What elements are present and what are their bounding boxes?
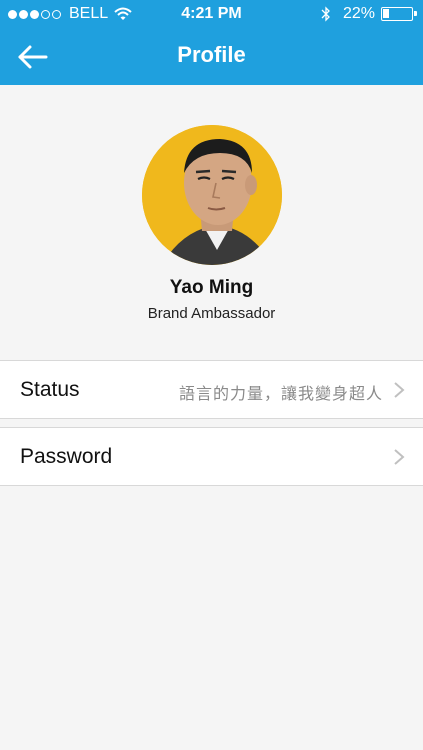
page-title: Profile [177,42,246,67]
battery-percent: 22% [342,5,375,22]
profile-role: Brand Ambassador [147,305,276,322]
status-value: 語言的力量，讓我變身超人 [178,384,383,403]
avatar [142,125,282,265]
battery-icon [381,7,417,21]
status-label: Status [20,378,80,401]
password-label: Password [20,445,113,468]
chevron-right-icon [394,382,405,398]
profile-name: Yao Ming [169,277,254,298]
app-header: BELL 4:21 PM 22% Profile [0,0,423,85]
status-row[interactable]: Status 語言的力量，讓我變身超人 [0,360,423,419]
status-bar: BELL 4:21 PM 22% [0,0,423,28]
bluetooth-icon [321,6,330,22]
chevron-right-icon [394,449,405,465]
password-row[interactable]: Password [0,427,423,486]
profile-photo [142,125,282,265]
